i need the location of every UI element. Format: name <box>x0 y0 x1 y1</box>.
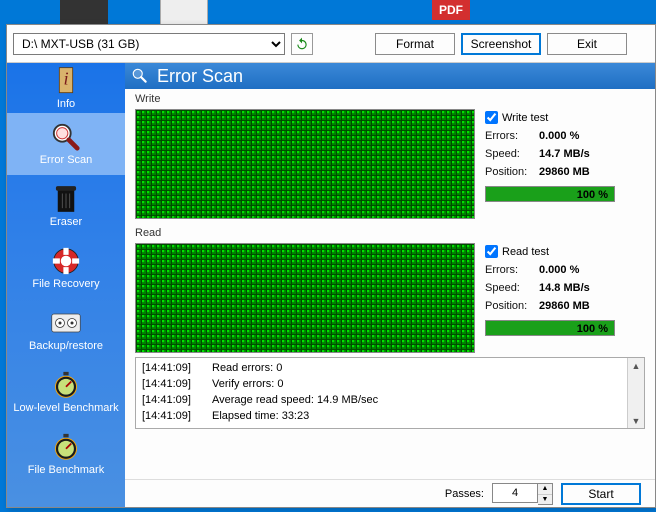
magnifier-icon <box>131 67 149 85</box>
sidebar-item-label: Error Scan <box>40 154 93 166</box>
log-line: [14:41:09]Read errors: 0 <box>142 360 621 376</box>
stopwatch-icon <box>51 370 81 400</box>
write-errors-value: 0.000 % <box>539 130 579 142</box>
sidebar-item-eraser[interactable]: Eraser <box>7 175 125 237</box>
position-label: Position: <box>485 166 539 178</box>
read-section-label: Read <box>135 227 645 239</box>
svg-text:i: i <box>63 68 68 88</box>
write-progress-bar: 100 % <box>485 186 615 202</box>
passes-decrement-button[interactable]: ▼ <box>538 494 552 504</box>
log-line: [14:41:09]Verify errors: 0 <box>142 376 621 392</box>
stopwatch-icon <box>51 432 81 462</box>
write-section-label: Write <box>135 93 645 105</box>
read-progress-value: 100 % <box>577 321 608 337</box>
sidebar-item-label: Info <box>57 98 75 110</box>
read-position-value: 29860 MB <box>539 300 590 312</box>
sidebar-item-label: File Benchmark <box>28 464 104 476</box>
speed-label: Speed: <box>485 282 539 294</box>
sidebar: i Info Error Scan Eraser <box>7 63 125 507</box>
write-scan-map <box>135 109 475 219</box>
sidebar-item-label: Eraser <box>50 216 82 228</box>
sidebar-item-backup-restore[interactable]: Backup/restore <box>7 299 125 361</box>
read-speed-value: 14.8 MB/s <box>539 282 590 294</box>
main-panel: Error Scan Write Write test Errors:0.000… <box>125 63 655 507</box>
start-button[interactable]: Start <box>561 483 641 505</box>
page-title-bar: Error Scan <box>125 63 655 89</box>
log-output: [14:41:09]Read errors: 0[14:41:09]Verify… <box>135 357 645 429</box>
drive-select[interactable]: D:\ MXT-USB (31 GB) <box>13 33 285 55</box>
read-stats: Read test Errors:0.000 % Speed:14.8 MB/s… <box>485 243 645 353</box>
scroll-up-icon[interactable]: ▲ <box>629 358 644 373</box>
info-icon: i <box>51 66 81 96</box>
pdf-badge-icon: PDF <box>432 0 470 20</box>
read-errors-value: 0.000 % <box>539 264 579 276</box>
sidebar-item-low-level-benchmark[interactable]: Low-level Benchmark <box>7 361 125 423</box>
exit-button[interactable]: Exit <box>547 33 627 55</box>
passes-increment-button[interactable]: ▲ <box>538 484 552 494</box>
sidebar-item-label: Low-level Benchmark <box>13 402 118 414</box>
trash-icon <box>51 184 81 214</box>
tape-icon <box>51 308 81 338</box>
read-test-checkbox[interactable]: Read test <box>485 245 645 258</box>
read-progress-bar: 100 % <box>485 320 615 336</box>
write-speed-value: 14.7 MB/s <box>539 148 590 160</box>
sidebar-item-file-benchmark[interactable]: File Benchmark <box>7 423 125 485</box>
write-position-value: 29860 MB <box>539 166 590 178</box>
scroll-down-icon[interactable]: ▼ <box>629 413 644 428</box>
write-test-label: Write test <box>502 112 548 124</box>
errors-label: Errors: <box>485 264 539 276</box>
toolbar: D:\ MXT-USB (31 GB) Format Screenshot Ex… <box>7 25 655 63</box>
sidebar-item-file-recovery[interactable]: File Recovery <box>7 237 125 299</box>
sidebar-item-label: Backup/restore <box>29 340 103 352</box>
log-line: [14:41:09]Elapsed time: 33:23 <box>142 408 621 424</box>
footer-bar: Passes: ▲ ▼ Start <box>125 479 655 507</box>
write-stats: Write test Errors:0.000 % Speed:14.7 MB/… <box>485 109 645 219</box>
refresh-icon <box>295 37 309 51</box>
format-button[interactable]: Format <box>375 33 455 55</box>
sidebar-item-error-scan[interactable]: Error Scan <box>7 113 125 175</box>
errors-label: Errors: <box>485 130 539 142</box>
passes-input[interactable] <box>492 483 538 503</box>
write-test-check-input[interactable] <box>485 111 498 124</box>
passes-label: Passes: <box>445 488 484 500</box>
speed-label: Speed: <box>485 148 539 160</box>
page-title: Error Scan <box>157 66 243 87</box>
write-test-checkbox[interactable]: Write test <box>485 111 645 124</box>
write-progress-value: 100 % <box>577 187 608 203</box>
sidebar-item-info[interactable]: i Info <box>7 63 125 113</box>
refresh-button[interactable] <box>291 33 313 55</box>
read-scan-map <box>135 243 475 353</box>
lifebuoy-icon <box>51 246 81 276</box>
read-test-label: Read test <box>502 246 549 258</box>
read-test-check-input[interactable] <box>485 245 498 258</box>
sidebar-item-label: File Recovery <box>32 278 99 290</box>
magnifier-icon <box>51 122 81 152</box>
log-line: [14:41:09]Average read speed: 14.9 MB/se… <box>142 392 621 408</box>
log-scrollbar[interactable]: ▲ ▼ <box>627 358 644 428</box>
screenshot-button[interactable]: Screenshot <box>461 33 541 55</box>
position-label: Position: <box>485 300 539 312</box>
error-scan-window: D:\ MXT-USB (31 GB) Format Screenshot Ex… <box>6 24 656 508</box>
